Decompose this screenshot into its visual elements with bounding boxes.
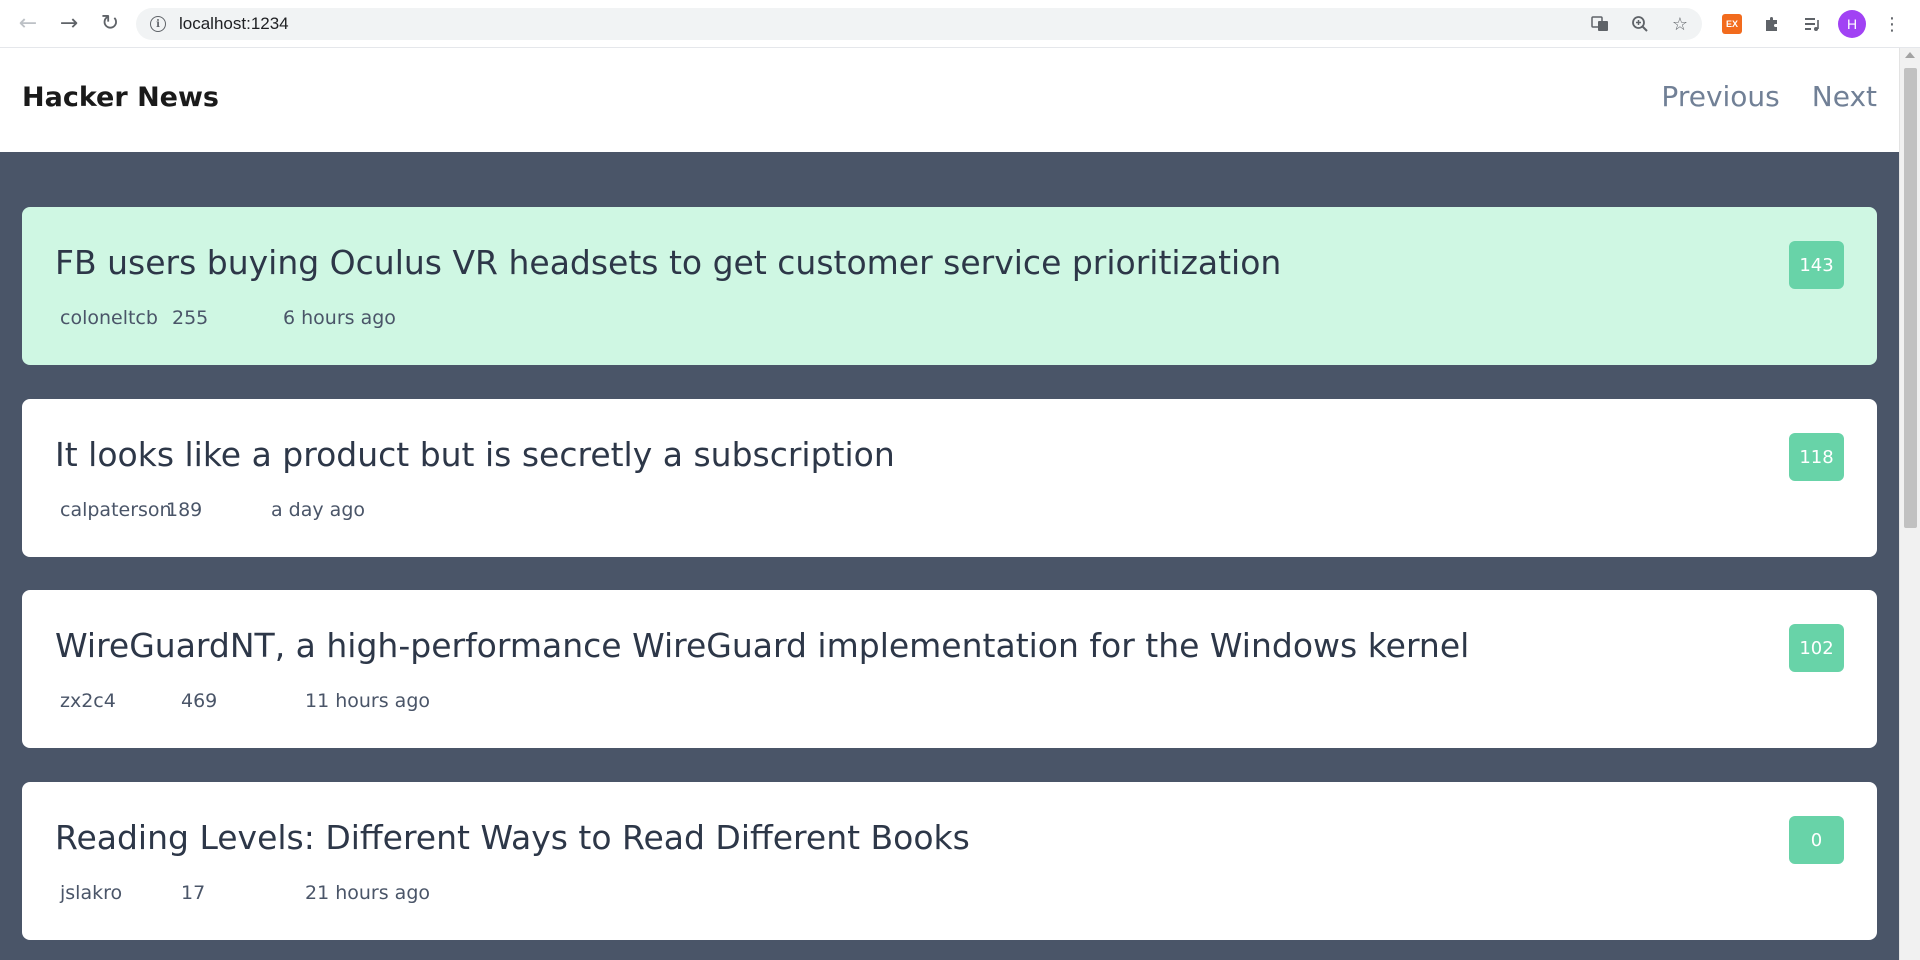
media-queue-icon[interactable]: [1798, 10, 1826, 38]
browser-toolbar: ← → ↻ i localhost:1234 ☆ EX H ⋮: [0, 0, 1920, 48]
ex-extension-icon[interactable]: EX: [1718, 10, 1746, 38]
address-bar[interactable]: i localhost:1234 ☆: [136, 8, 1702, 40]
url-text[interactable]: localhost:1234: [179, 14, 289, 34]
profile-avatar[interactable]: H: [1838, 10, 1866, 38]
kebab-menu-icon[interactable]: ⋮: [1878, 10, 1906, 38]
story-points: 469: [181, 690, 218, 712]
reload-button[interactable]: ↻: [90, 4, 130, 44]
brand-title[interactable]: Hacker News: [22, 82, 219, 113]
comment-count-badge[interactable]: 143: [1789, 241, 1844, 289]
next-link[interactable]: Next: [1812, 80, 1877, 113]
puzzle-icon[interactable]: [1758, 10, 1786, 38]
reload-icon: ↻: [100, 11, 120, 36]
story-time: 6 hours ago: [283, 307, 396, 329]
extensions-area: EX H ⋮: [1718, 0, 1906, 48]
arrow-right-icon: →: [59, 11, 79, 36]
pager: Previous Next: [1661, 80, 1899, 113]
back-button[interactable]: ←: [8, 4, 48, 44]
comment-count-badge[interactable]: 102: [1789, 624, 1844, 672]
scroll-up-arrow-icon[interactable]: [1905, 52, 1915, 58]
story-author: coloneltcb: [60, 307, 158, 329]
story-title[interactable]: FB users buying Oculus VR headsets to ge…: [55, 243, 1281, 282]
story-time: 21 hours ago: [305, 882, 431, 904]
story-card[interactable]: It looks like a product but is secretly …: [22, 399, 1877, 557]
story-points: 17: [181, 882, 206, 904]
story-title[interactable]: Reading Levels: Different Ways to Read D…: [55, 818, 970, 857]
story-author: jslakro: [60, 882, 123, 904]
comment-count-badge[interactable]: 0: [1789, 816, 1844, 864]
zoom-icon[interactable]: [1628, 12, 1652, 36]
story-title[interactable]: WireGuardNT, a high-performance WireGuar…: [55, 626, 1469, 665]
story-card[interactable]: FB users buying Oculus VR headsets to ge…: [22, 207, 1877, 365]
forward-button[interactable]: →: [49, 4, 89, 44]
arrow-left-icon: ←: [18, 11, 38, 36]
page-scrollbar[interactable]: [1899, 48, 1920, 960]
story-title[interactable]: It looks like a product but is secretly …: [55, 435, 895, 474]
story-author: calpaterson: [60, 499, 172, 521]
info-icon[interactable]: i: [150, 16, 166, 32]
story-card[interactable]: WireGuardNT, a high-performance WireGuar…: [22, 590, 1877, 748]
app-header: Hacker News Previous Next: [0, 48, 1899, 152]
comment-count-badge[interactable]: 118: [1789, 433, 1844, 481]
translate-icon[interactable]: [1588, 12, 1612, 36]
story-time: 11 hours ago: [305, 690, 431, 712]
story-author: zx2c4: [60, 690, 116, 712]
scroll-thumb[interactable]: [1904, 68, 1917, 528]
story-time: a day ago: [271, 499, 365, 521]
ex-badge: EX: [1722, 14, 1742, 34]
star-icon[interactable]: ☆: [1668, 12, 1692, 36]
story-points: 255: [172, 307, 209, 329]
story-card[interactable]: Reading Levels: Different Ways to Read D…: [22, 782, 1877, 940]
previous-link[interactable]: Previous: [1661, 80, 1779, 113]
story-points: 189: [166, 499, 203, 521]
